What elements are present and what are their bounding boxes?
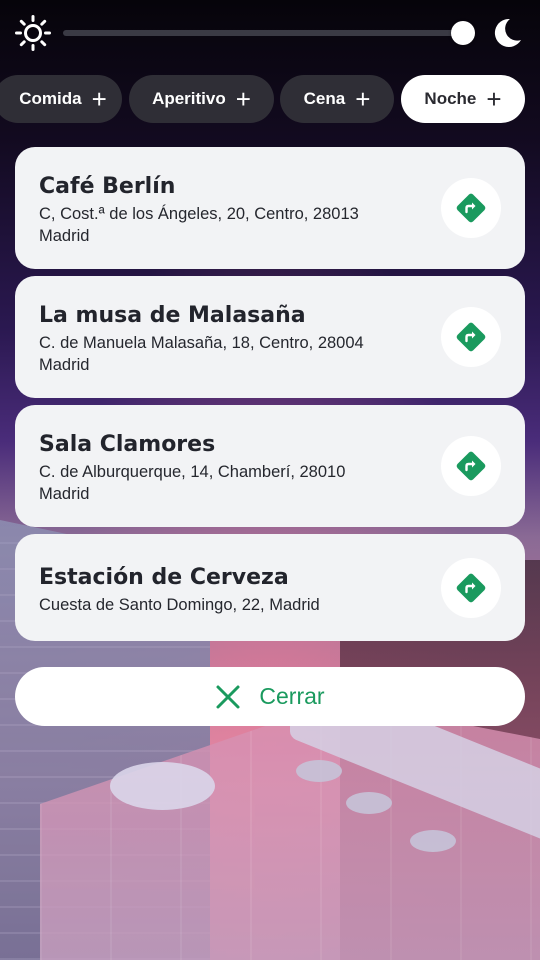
theme-slider-knob[interactable] — [451, 21, 475, 45]
directions-button[interactable] — [441, 307, 501, 367]
filter-chip-label: Noche — [424, 89, 477, 108]
plus-icon: + — [91, 84, 107, 114]
filter-chip-comida[interactable]: Comida + — [0, 75, 122, 123]
background-table — [110, 762, 215, 810]
directions-icon — [456, 451, 486, 481]
place-address-line2: Madrid — [39, 485, 90, 503]
directions-button[interactable] — [441, 558, 501, 618]
moon-icon[interactable] — [490, 16, 524, 50]
place-card[interactable]: Sala Clamores C. de Alburquerque, 14, Ch… — [15, 405, 525, 527]
background-stool — [410, 830, 456, 852]
filter-chip-label: Cena — [303, 89, 346, 108]
directions-icon — [456, 322, 486, 352]
place-name: Café Berlín — [39, 174, 176, 199]
place-address-line1: C. de Manuela Malasaña, 18, Centro, 2800… — [39, 334, 364, 352]
place-address: Cuesta de Santo Domingo, 22, Madrid — [39, 594, 419, 616]
filter-chip-label: Comida — [19, 89, 82, 108]
place-address-line1: C. de Alburquerque, 14, Chamberí, 28010 — [39, 463, 346, 481]
close-button[interactable]: Cerrar — [15, 667, 525, 726]
place-card[interactable]: Café Berlín C, Cost.ª de los Ángeles, 20… — [15, 147, 525, 269]
filter-chips: Comida + Aperitivo + Cena + Noche + — [0, 75, 540, 123]
background-stool — [296, 760, 342, 782]
place-address: C, Cost.ª de los Ángeles, 20, Centro, 28… — [39, 203, 419, 247]
directions-icon — [456, 193, 486, 223]
directions-icon — [456, 573, 486, 603]
directions-button[interactable] — [441, 436, 501, 496]
theme-bar — [0, 0, 540, 66]
plus-icon: + — [486, 84, 502, 114]
close-icon — [216, 685, 240, 708]
place-name: Estación de Cerveza — [39, 565, 289, 590]
place-address-line2: Madrid — [39, 227, 90, 245]
place-name: Sala Clamores — [39, 432, 216, 457]
filter-chip-noche[interactable]: Noche + — [401, 75, 525, 123]
filter-chip-cena[interactable]: Cena + — [280, 75, 394, 123]
filter-chip-label: Aperitivo — [152, 89, 226, 108]
place-address-line2: Madrid — [39, 356, 90, 374]
plus-icon: + — [235, 84, 251, 114]
filter-chip-aperitivo[interactable]: Aperitivo + — [129, 75, 274, 123]
background-stool — [346, 792, 392, 814]
place-card[interactable]: Estación de Cerveza Cuesta de Santo Domi… — [15, 534, 525, 641]
plus-icon: + — [355, 84, 371, 114]
place-address-line1: C, Cost.ª de los Ángeles, 20, Centro, 28… — [39, 205, 359, 223]
place-name: La musa de Malasaña — [39, 303, 306, 328]
place-address: C. de Alburquerque, 14, Chamberí, 28010 … — [39, 461, 419, 505]
place-address: C. de Manuela Malasaña, 18, Centro, 2800… — [39, 332, 419, 376]
place-address-line1: Cuesta de Santo Domingo, 22, Madrid — [39, 596, 320, 614]
theme-slider-track[interactable] — [63, 30, 463, 36]
sun-icon[interactable] — [14, 14, 52, 52]
place-card[interactable]: La musa de Malasaña C. de Manuela Malasa… — [15, 276, 525, 398]
close-button-label: Cerrar — [259, 683, 325, 709]
directions-button[interactable] — [441, 178, 501, 238]
